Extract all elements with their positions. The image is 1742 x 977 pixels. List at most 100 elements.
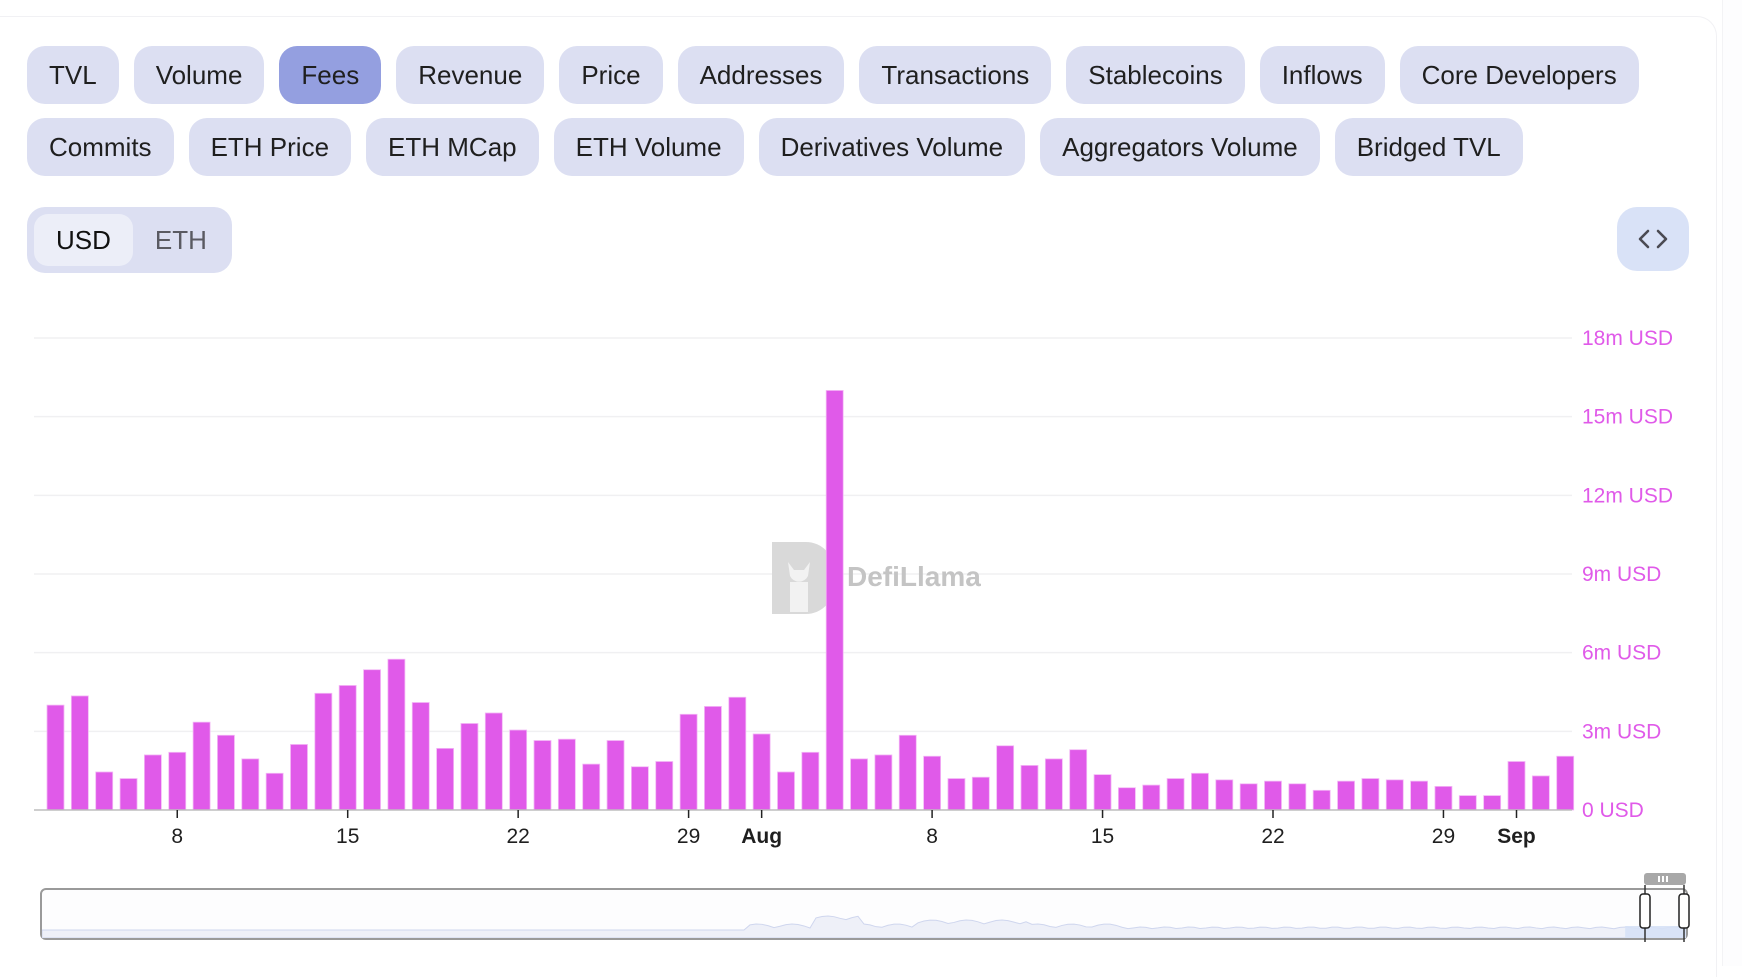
- bar[interactable]: [1093, 774, 1112, 811]
- bar[interactable]: [655, 761, 674, 811]
- y-tick-label: 12m USD: [1582, 484, 1673, 507]
- tab-bridged-tvl[interactable]: Bridged TVL: [1334, 118, 1523, 176]
- y-tick-label: 15m USD: [1582, 406, 1673, 429]
- x-tick-label: 29: [677, 825, 700, 848]
- bar[interactable]: [1044, 758, 1063, 811]
- slider-right-handle[interactable]: [1678, 893, 1690, 929]
- bar[interactable]: [1288, 783, 1307, 811]
- bar[interactable]: [290, 744, 308, 811]
- tab-price[interactable]: Price: [559, 46, 663, 104]
- bar[interactable]: [241, 758, 260, 811]
- tab-tvl[interactable]: TVL: [27, 46, 119, 104]
- tab-fees[interactable]: Fees: [279, 46, 382, 104]
- bar[interactable]: [606, 740, 625, 811]
- bar[interactable]: [363, 669, 381, 811]
- bar[interactable]: [898, 734, 917, 811]
- bar[interactable]: [1020, 765, 1039, 811]
- bar[interactable]: [460, 723, 479, 811]
- bar[interactable]: [436, 747, 455, 811]
- bar[interactable]: [1264, 780, 1282, 811]
- slider-drag-bar[interactable]: [1644, 873, 1686, 885]
- bar[interactable]: [1215, 779, 1234, 811]
- bar[interactable]: [1531, 775, 1550, 811]
- x-tick-label: 22: [1261, 825, 1284, 848]
- bar[interactable]: [582, 763, 601, 811]
- bar[interactable]: [1434, 785, 1453, 811]
- bar[interactable]: [387, 658, 406, 811]
- tab-transactions[interactable]: Transactions: [859, 46, 1052, 104]
- bar[interactable]: [679, 713, 698, 811]
- x-tick-label: 29: [1432, 825, 1455, 848]
- tab-revenue[interactable]: Revenue: [396, 46, 545, 104]
- defillama-watermark: DefiLlama: [772, 542, 981, 614]
- bar[interactable]: [509, 729, 528, 811]
- bar[interactable]: [411, 702, 430, 811]
- bar[interactable]: [752, 733, 771, 811]
- tab-addresses[interactable]: Addresses: [677, 46, 845, 104]
- bar[interactable]: [1312, 789, 1331, 811]
- bar[interactable]: [265, 772, 284, 811]
- tab-aggregators-volume[interactable]: Aggregators Volume: [1040, 118, 1320, 176]
- x-tick-label: 8: [926, 825, 938, 848]
- bar[interactable]: [631, 766, 649, 811]
- bar[interactable]: [70, 695, 89, 811]
- bar[interactable]: [923, 755, 941, 811]
- tab-eth-price[interactable]: ETH Price: [188, 118, 352, 176]
- bar[interactable]: [1239, 783, 1258, 811]
- bar[interactable]: [192, 721, 211, 811]
- bar[interactable]: [168, 751, 187, 811]
- defillama-logo-icon: [772, 542, 834, 614]
- tab-eth-mcap[interactable]: ETH MCap: [366, 118, 539, 176]
- bar[interactable]: [971, 776, 990, 811]
- tab-core-developers[interactable]: Core Developers: [1399, 46, 1639, 104]
- bar[interactable]: [1507, 761, 1526, 811]
- bar[interactable]: [1191, 772, 1209, 811]
- bar[interactable]: [1483, 795, 1502, 811]
- bar[interactable]: [557, 738, 576, 811]
- bar[interactable]: [801, 751, 820, 811]
- bar[interactable]: [95, 771, 114, 811]
- bar[interactable]: [996, 745, 1015, 811]
- x-tick-label: Sep: [1497, 825, 1536, 848]
- bar[interactable]: [46, 704, 65, 811]
- bar[interactable]: [1166, 778, 1185, 811]
- bar[interactable]: [1142, 784, 1161, 811]
- bar[interactable]: [1337, 780, 1355, 811]
- range-minimap[interactable]: [40, 888, 1688, 940]
- bar[interactable]: [874, 754, 893, 811]
- x-tick-label: 8: [171, 825, 183, 848]
- denomination-eth[interactable]: ETH: [133, 214, 229, 266]
- bar[interactable]: [338, 685, 357, 811]
- bar[interactable]: [1361, 778, 1380, 811]
- x-axis: [34, 809, 1572, 818]
- bar[interactable]: [217, 734, 235, 811]
- bar[interactable]: [143, 754, 162, 811]
- bar[interactable]: [728, 696, 747, 811]
- bar[interactable]: [1410, 780, 1428, 811]
- bar[interactable]: [825, 390, 844, 811]
- bar[interactable]: [777, 771, 795, 811]
- bar[interactable]: [484, 712, 503, 811]
- bar[interactable]: [119, 778, 138, 811]
- tab-eth-volume[interactable]: ETH Volume: [553, 118, 744, 176]
- tab-commits[interactable]: Commits: [27, 118, 174, 176]
- bar[interactable]: [850, 758, 868, 811]
- bar[interactable]: [1458, 795, 1477, 811]
- tab-derivatives-volume[interactable]: Derivatives Volume: [758, 118, 1026, 176]
- bar[interactable]: [1556, 755, 1575, 811]
- tab-volume[interactable]: Volume: [133, 46, 265, 104]
- bar[interactable]: [1069, 749, 1088, 811]
- embed-button[interactable]: [1617, 207, 1689, 271]
- bar[interactable]: [1118, 787, 1136, 811]
- tab-inflows[interactable]: Inflows: [1259, 46, 1385, 104]
- bar[interactable]: [314, 692, 333, 811]
- bar[interactable]: [704, 706, 722, 811]
- range-slider-handles[interactable]: [1630, 872, 1700, 944]
- bar[interactable]: [1385, 779, 1404, 811]
- bar[interactable]: [947, 778, 966, 811]
- denomination-usd[interactable]: USD: [34, 214, 133, 266]
- bar[interactable]: [533, 740, 552, 811]
- y-tick-label: 6m USD: [1582, 642, 1661, 665]
- slider-left-handle[interactable]: [1639, 893, 1651, 929]
- tab-stablecoins[interactable]: Stablecoins: [1066, 46, 1245, 104]
